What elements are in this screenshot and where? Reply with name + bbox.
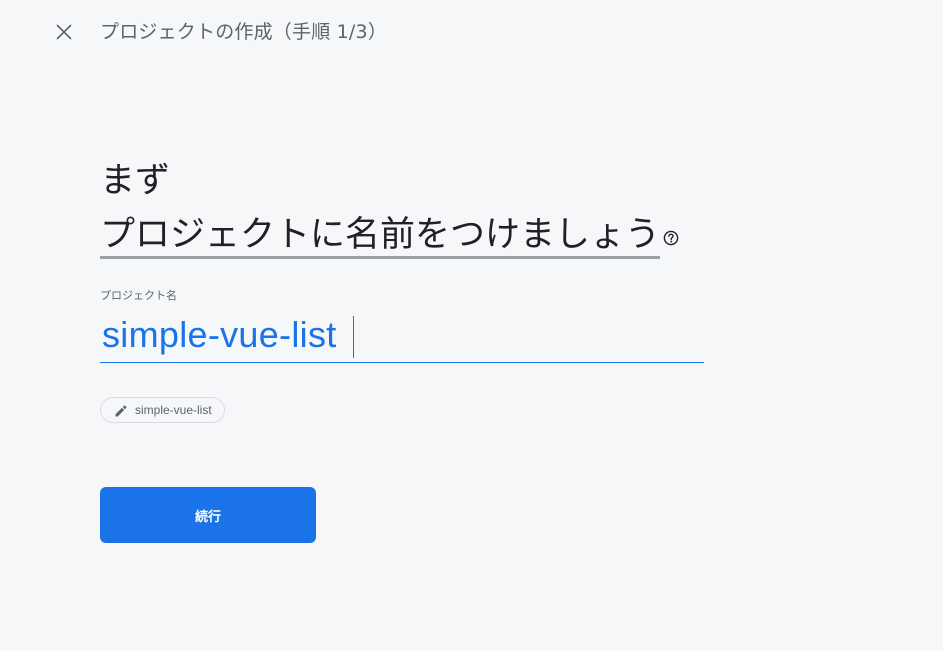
continue-button[interactable]: 続行	[100, 487, 316, 543]
text-caret	[353, 316, 354, 358]
page-title: プロジェクトの作成（手順 1/3）	[100, 21, 388, 43]
heading-line-2-text: プロジェクトに名前をつけましょう	[100, 214, 661, 259]
project-name-input[interactable]	[100, 312, 706, 358]
project-id-chip-text: simple-vue-list	[135, 403, 212, 417]
project-name-label: プロジェクト名	[100, 289, 177, 302]
project-name-field: プロジェクト名	[100, 288, 706, 363]
project-id-chip[interactable]: simple-vue-list	[100, 397, 225, 423]
help-circle-icon[interactable]	[663, 212, 679, 258]
heading: まず プロジェクトに名前をつけましょう	[100, 158, 740, 259]
heading-line-1: まず	[100, 161, 171, 201]
close-icon	[56, 24, 72, 40]
heading-line-2: プロジェクトに名前をつけましょう	[100, 214, 740, 259]
pencil-icon	[114, 403, 128, 417]
close-button[interactable]	[52, 20, 76, 44]
project-name-input-wrapper	[100, 312, 706, 363]
top-bar: プロジェクトの作成（手順 1/3）	[0, 0, 943, 64]
